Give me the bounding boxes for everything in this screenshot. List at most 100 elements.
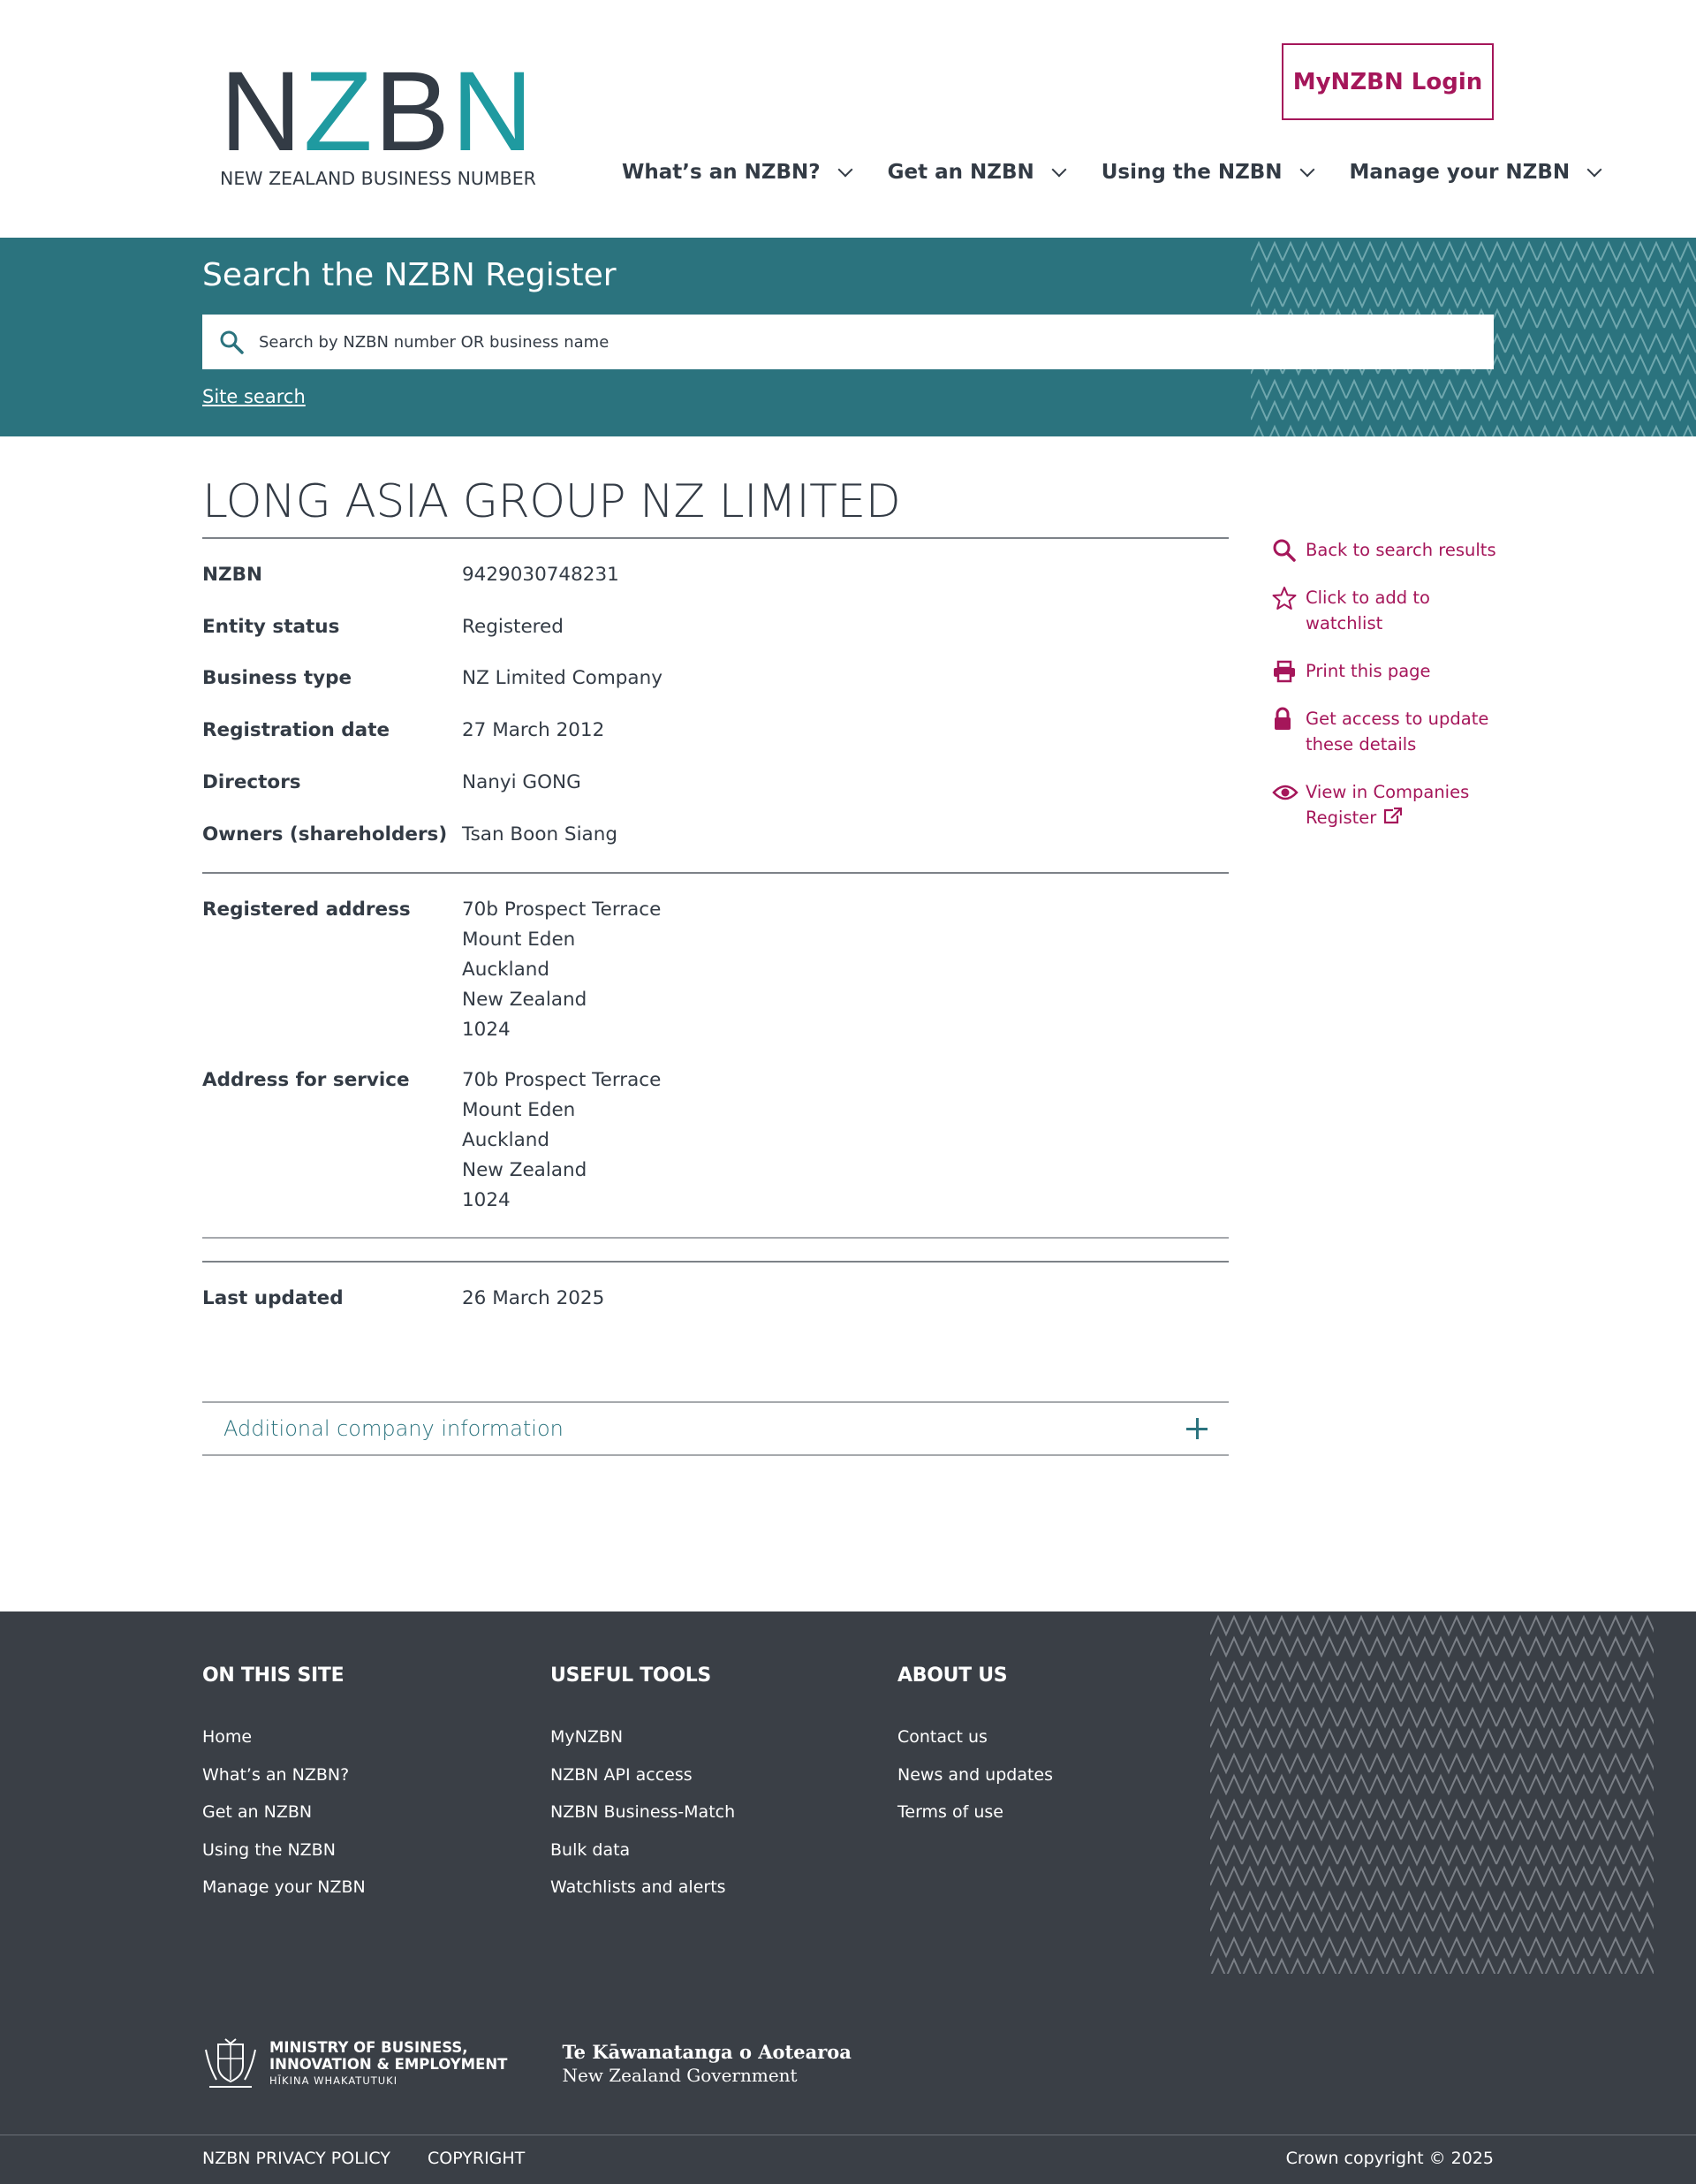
address-line: 70b Prospect Terrace <box>462 1069 662 1091</box>
mbie-line: INNOVATION & EMPLOYMENT <box>269 2055 508 2073</box>
nav-using-the-nzbn[interactable]: Using the NZBN <box>1102 161 1315 184</box>
nav-label: What’s an NZBN? <box>622 161 821 184</box>
address-line: 70b Prospect Terrace <box>462 899 662 921</box>
nav-get-an-nzbn[interactable]: Get an NZBN <box>887 161 1067 184</box>
footer-link[interactable]: Bulk data <box>550 1831 735 1869</box>
footer-bottom-bar: NZBN PRIVACY POLICY COPYRIGHT Crown copy… <box>202 2149 1494 2168</box>
footer-link[interactable]: Watchlists and alerts <box>550 1869 735 1907</box>
decorative-pattern <box>1210 1611 1654 1974</box>
footer-link[interactable]: News and updates <box>897 1756 1053 1794</box>
footer-link[interactable]: NZBN Business-Match <box>550 1793 735 1831</box>
footer-column-about-us: ABOUT US Contact us News and updates Ter… <box>897 1665 1053 1831</box>
register-search-input[interactable] <box>259 332 1407 352</box>
footer-link[interactable]: What’s an NZBN? <box>202 1756 366 1794</box>
privacy-policy-link[interactable]: NZBN PRIVACY POLICY <box>202 2149 390 2168</box>
star-icon <box>1272 585 1298 610</box>
detail-label: Registration date <box>202 719 390 741</box>
detail-value: 26 March 2025 <box>462 1287 605 1309</box>
search-band: Search the NZBN Register Site search <box>0 238 1696 436</box>
mbie-logo[interactable]: MINISTRY OF BUSINESS, INNOVATION & EMPLO… <box>202 2037 507 2090</box>
footer-logos: MINISTRY OF BUSINESS, INNOVATION & EMPLO… <box>202 2037 852 2090</box>
printer-icon <box>1272 658 1298 684</box>
crown-copyright: Crown copyright © 2025 <box>1285 2149 1494 2168</box>
mynzbn-login-button[interactable]: MyNZBN Login <box>1282 43 1494 120</box>
detail-row-entity-status: Entity status Registered <box>202 612 1229 642</box>
chevron-down-icon <box>1051 162 1067 177</box>
print-page-link[interactable]: Print this page <box>1272 658 1502 684</box>
search-icon <box>1272 537 1298 563</box>
detail-value: 27 March 2012 <box>462 719 605 741</box>
company-name: LONG ASIA GROUP NZ LIMITED <box>202 475 901 528</box>
footer-heading: ABOUT US <box>897 1665 1008 1687</box>
nzgov-line: New Zealand Government <box>562 2065 798 2086</box>
logo-letter: B <box>374 49 451 175</box>
divider <box>202 1237 1229 1239</box>
address-line: 1024 <box>462 1019 511 1041</box>
address-line: New Zealand <box>462 989 587 1011</box>
action-label-line: Get access to update <box>1306 709 1489 729</box>
detail-label: Business type <box>202 667 352 689</box>
plus-icon <box>1186 1418 1208 1439</box>
detail-value: Tsan Boon Siang <box>462 823 617 846</box>
detail-row-directors: Directors Nanyi GONG <box>202 768 1229 798</box>
coat-of-arms-icon <box>205 2038 256 2088</box>
back-to-search-results-link[interactable]: Back to search results <box>1272 537 1502 563</box>
footer-link[interactable]: Terms of use <box>897 1793 1053 1831</box>
nzbn-logo[interactable]: NZBN NEW ZEALAND BUSINESS NUMBER <box>220 49 536 190</box>
nzgov-line: Te Kāwanatanga o Aotearoa <box>562 2041 852 2063</box>
nav-whats-an-nzbn[interactable]: What’s an NZBN? <box>622 161 853 184</box>
footer-heading: USEFUL TOOLS <box>550 1665 711 1687</box>
detail-row-registration-date: Registration date 27 March 2012 <box>202 716 1229 746</box>
footer-link[interactable]: Contact us <box>897 1718 1053 1756</box>
footer-link[interactable]: Home <box>202 1718 366 1756</box>
additional-info-accordion[interactable]: Additional company information <box>202 1401 1229 1456</box>
add-to-watchlist-link[interactable]: Click to add to watchlist <box>1272 585 1502 636</box>
accordion-label: Additional company information <box>223 1416 564 1441</box>
search-icon[interactable] <box>218 329 245 355</box>
detail-label: Address for service <box>202 1069 410 1091</box>
footer-link[interactable]: Get an NZBN <box>202 1793 366 1831</box>
get-access-link[interactable]: Get access to update these details <box>1272 706 1502 757</box>
registered-address-row: Registered address 70b Prospect Terrace … <box>202 895 1229 1045</box>
detail-label: Entity status <box>202 616 340 638</box>
last-updated-row: Last updated 26 March 2025 <box>202 1284 1229 1314</box>
detail-row-owners: Owners (shareholders) Tsan Boon Siang <box>202 820 1229 850</box>
action-label-line: Register <box>1306 808 1377 828</box>
address-line: Auckland <box>462 959 550 981</box>
site-search-link[interactable]: Site search <box>202 386 306 407</box>
detail-value: Registered <box>462 616 564 638</box>
footer-link[interactable]: Using the NZBN <box>202 1831 366 1869</box>
site-footer: ON THIS SITE Home What’s an NZBN? Get an… <box>0 1611 1696 2184</box>
footer-link[interactable]: Manage your NZBN <box>202 1869 366 1907</box>
divider <box>202 872 1229 874</box>
action-label: Back to search results <box>1306 540 1496 560</box>
detail-label: Registered address <box>202 899 411 921</box>
logo-letter: Z <box>303 49 375 175</box>
address-block: 70b Prospect Terrace Mount Eden Auckland… <box>462 1065 661 1216</box>
service-address-row: Address for service 70b Prospect Terrace… <box>202 1065 1229 1216</box>
address-line: Auckland <box>462 1129 550 1151</box>
footer-link[interactable]: NZBN API access <box>550 1756 735 1794</box>
divider <box>202 1261 1229 1263</box>
nz-government-logo[interactable]: Te Kāwanatanga o Aotearoa New Zealand Go… <box>562 2041 851 2087</box>
footer-column-on-this-site: ON THIS SITE Home What’s an NZBN? Get an… <box>202 1665 366 1907</box>
nav-label: Get an NZBN <box>887 161 1034 184</box>
footer-heading: ON THIS SITE <box>202 1665 344 1687</box>
nav-manage-your-nzbn[interactable]: Manage your NZBN <box>1350 161 1602 184</box>
chevron-down-icon <box>1586 162 1602 177</box>
footer-column-useful-tools: USEFUL TOOLS MyNZBN NZBN API access NZBN… <box>550 1665 735 1907</box>
detail-row-nzbn: NZBN 9429030748231 <box>202 560 1229 590</box>
mbie-wordmark: MINISTRY OF BUSINESS, INNOVATION & EMPLO… <box>269 2039 507 2089</box>
detail-label: Directors <box>202 771 301 793</box>
copyright-link[interactable]: COPYRIGHT <box>428 2149 525 2168</box>
detail-label: Owners (shareholders) <box>202 823 448 846</box>
address-line: New Zealand <box>462 1159 587 1181</box>
lock-icon <box>1272 706 1298 732</box>
footer-link[interactable]: MyNZBN <box>550 1718 735 1756</box>
divider <box>202 537 1229 539</box>
view-in-companies-register-link[interactable]: View in Companies Register <box>1272 779 1502 830</box>
page-actions: Back to search results Click to add to w… <box>1272 537 1502 853</box>
address-line: Mount Eden <box>462 1099 576 1121</box>
detail-value: NZ Limited Company <box>462 667 662 689</box>
action-label: Click to add to watchlist <box>1306 588 1430 633</box>
